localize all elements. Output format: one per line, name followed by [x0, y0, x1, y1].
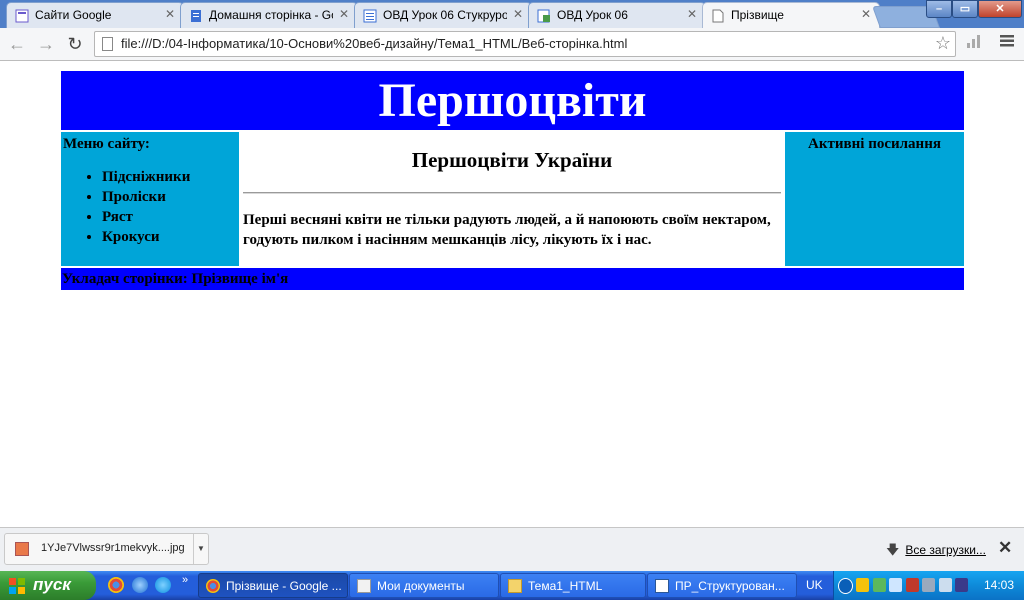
taskbar-window-browser[interactable]: Прізвище - Google ...	[198, 573, 348, 598]
folder-icon	[508, 579, 522, 593]
maximize-button[interactable]: ▭	[952, 0, 978, 18]
taskbar-window-word-document[interactable]: ПР_Структурован...	[647, 573, 797, 598]
active-links-title: Активні посилання	[808, 136, 941, 152]
windows-flag-icon	[9, 578, 25, 594]
page-footer: Укладач сторінки: Прізвище ім'я	[61, 268, 964, 290]
shield-icon[interactable]	[856, 578, 869, 592]
page-icon	[102, 37, 113, 51]
tab-label: Прізвище	[731, 8, 784, 22]
tab-google-sites[interactable]: Сайти Google ✕	[6, 2, 184, 28]
doc-icon	[537, 9, 550, 23]
download-file-name[interactable]: 1YJe7Vlwssr9r1mekvyk....jpg	[41, 542, 185, 554]
downloads-shelf: 1YJe7Vlwssr9r1mekvyk....jpg ▼ 🡇 Все загру…	[0, 527, 1024, 571]
taskbar-window-my-documents[interactable]: Мои документы	[349, 573, 499, 598]
page-header: Першоцвіти	[61, 71, 964, 130]
system-clock[interactable]: 14:03	[984, 578, 1014, 592]
back-arrow-icon[interactable]: ←	[6, 33, 28, 55]
tab-ovd-lesson[interactable]: ОВД Урок 06 ✕	[528, 2, 706, 28]
content-divider	[243, 192, 781, 194]
browser-tab-strip: Сайти Google ✕ Домашня сторінка - Google…	[0, 0, 1024, 28]
internet-explorer-quicklaunch-icon[interactable]	[132, 577, 148, 593]
quicklaunch-more-icon[interactable]: »	[182, 574, 188, 586]
chrome-quicklaunch-icon[interactable]	[108, 577, 124, 593]
tab-label: Сайти Google	[35, 8, 112, 22]
address-url[interactable]: file:///D:/04-Інформатика/10-Основи%20ве…	[121, 36, 627, 51]
tab-ovd-lesson-structure[interactable]: ОВД Урок 06 Стукруров ✕	[354, 2, 532, 28]
tab-label: Домашня сторінка - Google	[209, 8, 333, 22]
language-indicator[interactable]: UK	[806, 578, 823, 592]
active-links-panel: Активні посилання	[785, 132, 964, 266]
content-heading: Першоцвіти України	[411, 148, 613, 172]
menu-hamburger-icon[interactable]	[1000, 34, 1014, 53]
windows-taskbar: пуск » Прізвище - Google ... Мои докумен…	[0, 571, 1024, 600]
content-paragraph: Перші весняні квіти не тільки радують лю…	[243, 212, 771, 248]
reload-icon[interactable]: ↻	[64, 33, 86, 55]
web-page: Першоцвіти Меню сайту: Підсніжники Пролі…	[0, 61, 1024, 527]
forward-arrow-icon[interactable]: →	[35, 33, 57, 55]
menu-item-crocuses[interactable]: Крокуси	[102, 227, 239, 247]
speaker-icon[interactable]	[889, 578, 902, 592]
show-all-label[interactable]: Все загрузки...	[905, 543, 986, 557]
tab-close-icon[interactable]: ✕	[339, 7, 349, 21]
page-title: Першоцвіти	[378, 74, 647, 127]
taskbar-window-label: Тема1_HTML	[528, 579, 603, 593]
tab-close-icon[interactable]: ✕	[861, 7, 871, 21]
menu-item-scilla[interactable]: Проліски	[102, 187, 239, 207]
taskbar-window-label: Мои документы	[377, 579, 465, 593]
google-doc-icon	[191, 10, 201, 22]
site-menu: Меню сайту: Підсніжники Проліски Ряст Кр…	[61, 132, 239, 266]
menu-item-corydalis[interactable]: Ряст	[102, 207, 239, 227]
close-window-button[interactable]: ✕	[978, 0, 1022, 18]
download-item[interactable]: 1YJe7Vlwssr9r1mekvyk....jpg ▼	[4, 533, 209, 565]
menu-title: Меню сайту:	[63, 136, 150, 152]
tab-label: ОВД Урок 06	[557, 8, 628, 22]
documents-icon	[357, 579, 371, 593]
main-content: Першоцвіти України Перші весняні квіти н…	[241, 132, 783, 266]
menu-item-snowdrops[interactable]: Підсніжники	[102, 167, 239, 187]
tab-prizvyshche[interactable]: Прізвище ✕	[702, 2, 880, 28]
skype-quicklaunch-icon[interactable]	[155, 577, 171, 593]
image-file-icon	[15, 542, 29, 556]
usb-device-icon[interactable]	[955, 578, 968, 592]
security-check-icon[interactable]	[873, 578, 886, 592]
word-icon	[655, 579, 669, 593]
tab-google-home[interactable]: Домашня сторінка - Google ✕	[180, 2, 358, 28]
start-label: пуск	[33, 575, 71, 594]
bookmark-star-icon[interactable]: ☆	[935, 33, 951, 54]
start-button[interactable]: пуск	[0, 571, 96, 600]
network-error-icon[interactable]	[906, 578, 919, 592]
address-bar[interactable]: file:///D:/04-Інформатика/10-Основи%20ве…	[94, 31, 956, 57]
taskbar-window-label: Прізвище - Google ...	[226, 579, 342, 593]
download-arrow-icon: 🡇	[886, 542, 900, 557]
menu-list: Підсніжники Проліски Ряст Крокуси	[61, 167, 239, 247]
close-shelf-icon[interactable]: ✕	[998, 538, 1012, 558]
taskbar-window-label: ПР_Структурован...	[675, 579, 785, 593]
tab-label: ОВД Урок 06 Стукруров	[383, 8, 507, 22]
doc-icon	[363, 9, 377, 23]
signal-bars-icon[interactable]	[966, 34, 982, 53]
monitor-icon[interactable]	[922, 578, 935, 592]
chrome-icon	[206, 579, 220, 593]
footer-text: Укладач сторінки: Прізвище ім'я	[62, 271, 289, 287]
tab-close-icon[interactable]: ✕	[513, 7, 523, 21]
tab-close-icon[interactable]: ✕	[165, 7, 175, 21]
download-options-caret-icon[interactable]: ▼	[193, 534, 208, 564]
tab-close-icon[interactable]: ✕	[687, 7, 697, 21]
taskbar-window-folder[interactable]: Тема1_HTML	[500, 573, 646, 598]
tray-arrow-icon[interactable]	[838, 578, 853, 594]
show-all-downloads-link[interactable]: 🡇 Все загрузки...	[886, 541, 986, 563]
minimize-button[interactable]: –	[926, 0, 952, 18]
page-icon	[712, 9, 724, 23]
browser-toolbar: ← → ↻ file:///D:/04-Інформатика/10-Основ…	[0, 28, 1024, 61]
keyboard-icon[interactable]	[939, 578, 952, 592]
google-sites-icon	[15, 9, 29, 23]
